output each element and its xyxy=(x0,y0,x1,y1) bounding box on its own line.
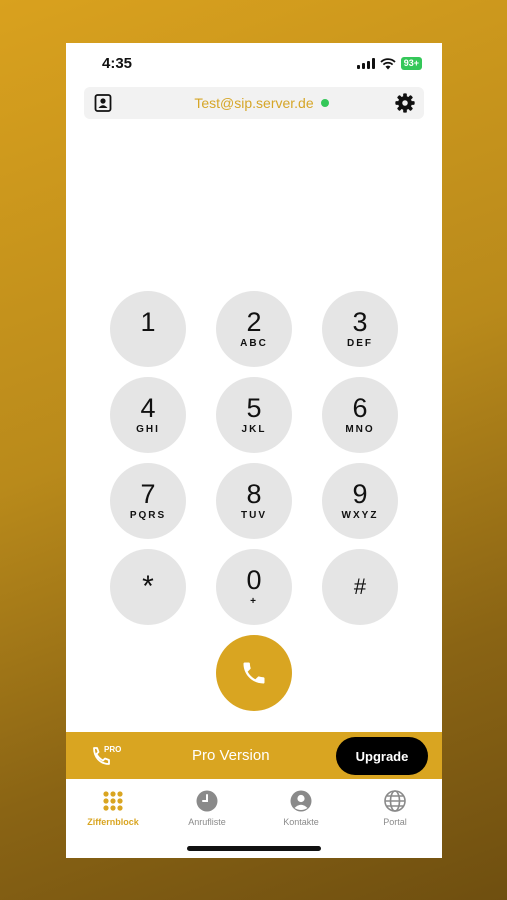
key-6[interactable]: 6 MNO xyxy=(322,377,398,453)
key-digit: 5 xyxy=(246,393,262,423)
key-hash[interactable]: # xyxy=(322,549,398,625)
key-0[interactable]: 0 + xyxy=(216,549,292,625)
tab-label: Ziffernblock xyxy=(87,817,139,827)
registration-status-dot xyxy=(321,99,329,107)
key-letters: ABC xyxy=(240,338,268,349)
key-3[interactable]: 3 DEF xyxy=(322,291,398,367)
home-indicator xyxy=(187,846,321,851)
key-letters: DEF xyxy=(347,338,373,349)
key-letters: MNO xyxy=(345,424,375,435)
pro-version-label: Pro Version xyxy=(192,747,270,764)
key-7[interactable]: 7 PQRS xyxy=(110,463,186,539)
key-letters: WXYZ xyxy=(341,510,379,521)
pro-badge-text: PRO xyxy=(104,745,121,754)
key-letters: JKL xyxy=(241,424,267,435)
person-icon xyxy=(290,790,312,812)
wifi-icon xyxy=(380,57,396,69)
tab-label: Kontakte xyxy=(283,817,319,827)
tab-label: Anrufliste xyxy=(188,817,226,827)
signal-icon xyxy=(356,58,375,69)
pro-phone-icon: PRO xyxy=(90,742,124,768)
key-digit: 7 xyxy=(140,479,156,509)
key-letters: PQRS xyxy=(129,510,167,521)
upgrade-button[interactable]: Upgrade xyxy=(336,737,428,775)
account-bar: Test@sip.server.de xyxy=(84,87,424,119)
tab-label: Portal xyxy=(383,817,407,827)
key-digit: 6 xyxy=(352,393,368,423)
tab-ziffernblock[interactable]: Ziffernblock xyxy=(66,789,160,827)
key-digit: 1 xyxy=(140,307,156,337)
pro-banner: PRO Pro Version Upgrade xyxy=(66,732,442,779)
tab-portal[interactable]: Portal xyxy=(348,789,442,827)
key-4[interactable]: 4 GHI xyxy=(110,377,186,453)
key-1[interactable]: 1 xyxy=(110,291,186,367)
key-5[interactable]: 5 JKL xyxy=(216,377,292,453)
key-digit: 8 xyxy=(246,479,262,509)
keypad-grid-icon xyxy=(103,791,123,811)
gear-icon[interactable] xyxy=(394,92,416,114)
key-letters: GHI xyxy=(136,424,160,435)
key-digit: 4 xyxy=(140,393,156,423)
key-digit: # xyxy=(353,574,367,599)
status-bar: 4:35 93+ xyxy=(66,43,442,83)
status-icons: 93+ xyxy=(356,57,422,70)
key-8[interactable]: 8 TUV xyxy=(216,463,292,539)
key-digit: 3 xyxy=(352,307,368,337)
tab-kontakte[interactable]: Kontakte xyxy=(254,789,348,827)
phone-icon xyxy=(243,662,265,684)
clock-icon xyxy=(196,790,218,812)
tab-anrufliste[interactable]: Anrufliste xyxy=(160,789,254,827)
key-digit: 2 xyxy=(246,307,262,337)
battery-icon: 93+ xyxy=(400,57,422,70)
globe-icon xyxy=(384,790,406,812)
key-letters: TUV xyxy=(241,510,267,521)
key-2[interactable]: 2 ABC xyxy=(216,291,292,367)
key-9[interactable]: 9 WXYZ xyxy=(322,463,398,539)
status-time: 4:35 xyxy=(102,55,133,72)
key-digit: 9 xyxy=(352,479,368,509)
key-letters: + xyxy=(250,596,258,607)
key-digit: * xyxy=(142,570,154,603)
sip-account-label: Test@sip.server.de xyxy=(194,95,314,111)
call-button[interactable] xyxy=(216,635,292,711)
key-digit: 0 xyxy=(246,565,262,595)
key-star[interactable]: * xyxy=(110,549,186,625)
phone-screen: 4:35 93+ Test@sip.server.de 1 2 ABC 3 DE… xyxy=(66,43,442,858)
